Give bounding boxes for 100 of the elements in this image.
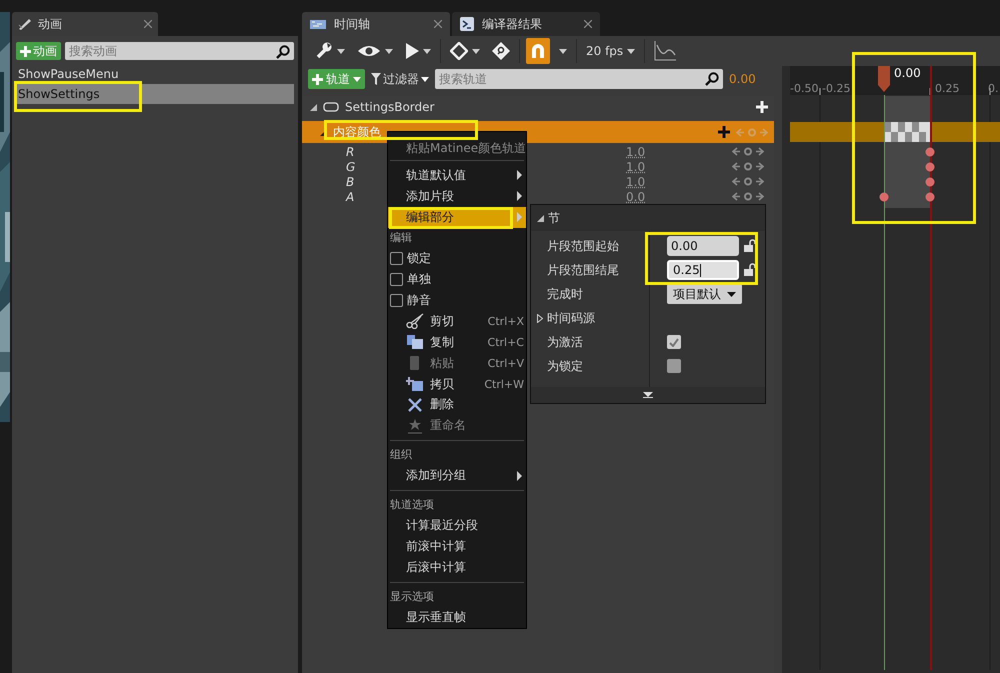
property-label: 完成时 <box>546 286 584 302</box>
search-icon <box>276 45 290 59</box>
menu-item[interactable]: 前滚中计算 <box>388 536 526 558</box>
film-strip-icon <box>310 18 326 30</box>
editor-tab[interactable]: 编译器结果 <box>452 12 600 36</box>
menu-item[interactable]: 添加到分组 <box>388 465 526 486</box>
playhead-time: 0.00 <box>894 66 921 80</box>
dropdown[interactable]: 项目默认 <box>667 284 742 304</box>
menu-item[interactable]: 拷贝 Ctrl+W <box>388 374 526 394</box>
channel-value[interactable]: 1.0 <box>626 160 646 174</box>
keyframe-icon[interactable] <box>879 192 889 202</box>
plus-icon <box>20 46 31 56</box>
snap-button[interactable] <box>526 38 550 64</box>
check-icon <box>669 338 679 346</box>
caret-icon <box>559 48 567 54</box>
submenu-arrow-icon <box>517 191 522 202</box>
diamond-icon <box>450 42 468 60</box>
caret-icon <box>421 76 429 82</box>
property-label: 片段范围起始 <box>546 238 620 254</box>
ruler-label: 0. <box>988 82 998 95</box>
eye-icon <box>357 44 381 58</box>
key-navigation-icon[interactable] <box>732 147 764 156</box>
submenu-arrow-icon <box>517 470 522 481</box>
search-field[interactable]: 搜索动画 <box>65 42 294 60</box>
checkbox[interactable] <box>667 359 681 373</box>
property-label: 片段范围结尾 <box>546 262 620 278</box>
editor-tab[interactable]: 时间轴 <box>302 12 450 36</box>
menu-item[interactable]: 删除 <box>388 394 526 416</box>
search-field[interactable]: 搜索轨道 <box>435 69 723 89</box>
unlock-icon[interactable] <box>743 239 757 253</box>
close-icon[interactable] <box>584 20 592 28</box>
menu-item[interactable]: 后滚中计算 <box>388 557 526 578</box>
menu-checkbox[interactable]: 锁定 <box>388 248 526 269</box>
menu-item[interactable]: 计算最近分段 <box>388 515 526 536</box>
caret-icon <box>627 48 636 54</box>
menu-heading: 轨道选项 <box>389 497 435 514</box>
panel-tab[interactable]: 动画 <box>12 12 158 36</box>
checkbox[interactable] <box>667 335 681 349</box>
scissors-icon <box>406 313 424 330</box>
caret-icon <box>423 48 431 54</box>
magnet-icon <box>529 42 547 60</box>
delete-icon <box>406 396 424 413</box>
submenu-arrow-icon <box>517 212 522 222</box>
caret-icon <box>385 48 393 54</box>
fps-dropdown[interactable]: 20 fps <box>583 38 638 64</box>
menu-item[interactable]: 剪切 Ctrl+X <box>388 310 526 332</box>
channel-name: A <box>346 190 356 204</box>
channel-value[interactable]: 1.0 <box>626 144 646 158</box>
menu-checkbox[interactable]: 单独 <box>388 268 526 290</box>
close-icon[interactable] <box>434 20 442 28</box>
channel-name: R <box>346 144 356 158</box>
rename-icon <box>406 418 424 434</box>
copy-icon <box>406 334 424 350</box>
number-field[interactable]: 0.00 <box>667 236 739 256</box>
ruler-label: -0.50 <box>790 82 818 95</box>
close-icon[interactable] <box>144 20 152 28</box>
ruler-label: 0.25 <box>935 82 960 95</box>
playhead-handle[interactable] <box>878 66 890 92</box>
widget-icon <box>323 102 339 112</box>
caret-icon <box>337 48 345 54</box>
filter-button[interactable]: 过滤器 <box>371 70 429 88</box>
menu-checkbox[interactable]: 静音 <box>388 290 526 311</box>
key-navigation-icon[interactable] <box>732 162 764 171</box>
menu-item[interactable]: 编辑部分 <box>388 206 526 228</box>
track-name[interactable]: SettingsBorder <box>345 100 434 114</box>
menu-heading: 组织 <box>389 447 413 464</box>
caret-icon <box>727 292 736 296</box>
plus-icon <box>312 74 323 84</box>
pen-icon <box>18 18 32 30</box>
key-navigation-icon[interactable] <box>732 177 764 186</box>
filter-icon <box>371 73 381 85</box>
channel-name: G <box>346 160 356 174</box>
animation-item[interactable]: ShowPauseMenu <box>18 67 119 81</box>
expanded-arrow-icon[interactable] <box>310 104 317 110</box>
number-field[interactable]: 0.25 <box>667 260 739 280</box>
menu-heading: 编辑 <box>389 230 413 246</box>
current-time: 0.00 <box>729 72 756 86</box>
menu-item[interactable]: 轨道默认值 <box>388 164 526 186</box>
add-icon[interactable] <box>756 101 768 113</box>
property-group[interactable]: 时间码源 <box>531 310 645 326</box>
expanded-arrow-icon[interactable] <box>537 214 544 222</box>
section-header[interactable]: 节 <box>531 205 765 231</box>
menu-heading: 显示选项 <box>389 589 435 606</box>
caret-icon <box>472 48 480 54</box>
channel-value[interactable]: 1.0 <box>626 174 646 188</box>
property-label: 为锁定 <box>546 358 584 374</box>
tag-icon <box>492 42 510 60</box>
menu-item[interactable]: 复制 Ctrl+C <box>388 332 526 353</box>
scroll-down-icon[interactable] <box>643 392 653 398</box>
collapsed-arrow-icon[interactable] <box>537 314 543 322</box>
unlock-icon[interactable] <box>743 263 757 277</box>
menu-item[interactable]: 添加片段 <box>388 186 526 207</box>
play-icon <box>405 43 419 59</box>
submenu-arrow-icon <box>517 170 522 180</box>
channel-value[interactable]: 0.0 <box>626 190 646 204</box>
curve-icon <box>654 41 676 61</box>
key-navigation-icon[interactable] <box>732 192 764 201</box>
caret-icon <box>353 76 361 82</box>
menu-item[interactable]: 显示垂直帧 <box>388 607 526 628</box>
add-icon[interactable] <box>718 126 730 138</box>
